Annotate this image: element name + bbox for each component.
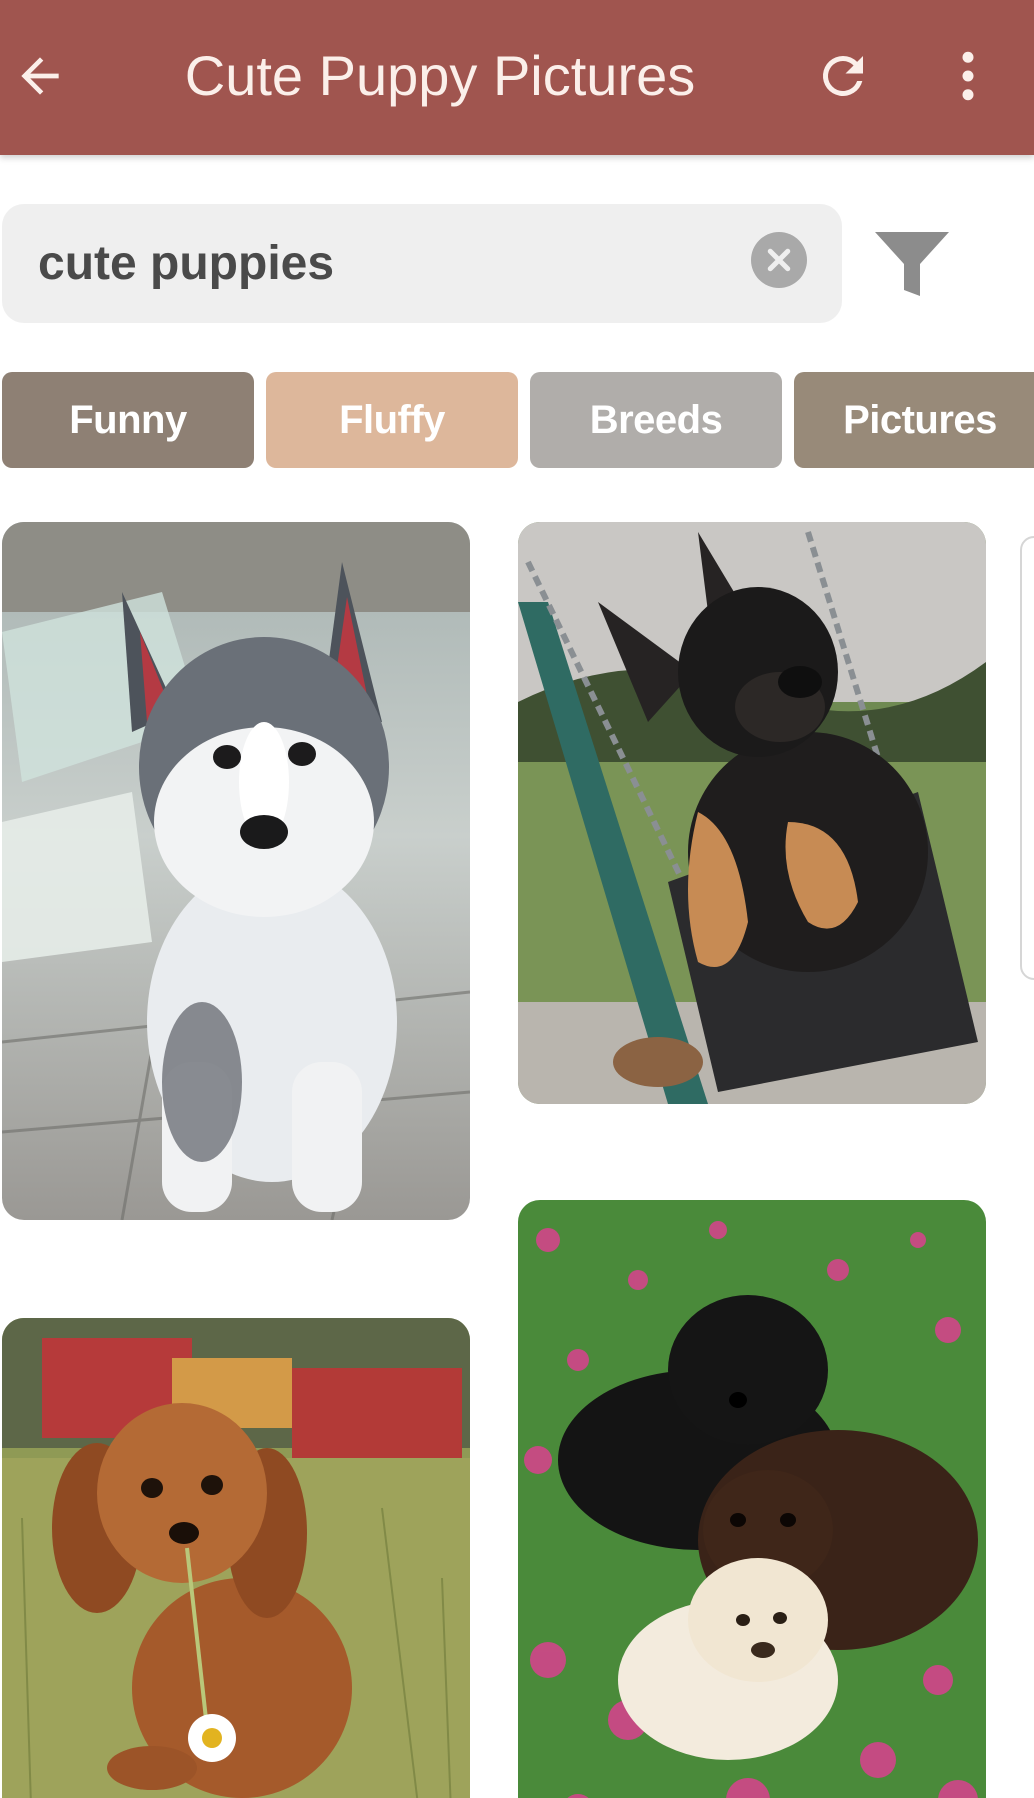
filter-button[interactable] <box>872 225 952 305</box>
cavalier-puppy-image <box>2 1318 470 1798</box>
search-input[interactable] <box>38 204 738 323</box>
page-title: Cute Puppy Pictures <box>184 44 696 107</box>
clear-search-button[interactable] <box>751 232 807 288</box>
back-button[interactable] <box>0 36 80 116</box>
app-screen: Cute Puppy Pictures Funny Fluffy Breeds <box>0 0 1034 1798</box>
photo-husky-puppy[interactable] <box>2 522 470 1220</box>
shepherd-puppy-image <box>518 522 986 1104</box>
more-vert-icon <box>962 51 974 101</box>
clear-icon <box>767 248 791 272</box>
refresh-icon <box>822 55 863 96</box>
filter-icon <box>875 232 949 296</box>
three-puppies-image <box>518 1200 986 1798</box>
next-card-edge <box>1020 536 1034 980</box>
chip-pictures[interactable]: Pictures <box>794 372 1034 468</box>
app-bar: Cute Puppy Pictures <box>0 0 1034 155</box>
chip-funny[interactable]: Funny <box>2 372 254 468</box>
more-options-button[interactable] <box>928 36 1008 116</box>
chip-breeds[interactable]: Breeds <box>530 372 782 468</box>
chip-fluffy[interactable]: Fluffy <box>266 372 518 468</box>
photo-cavalier-puppy[interactable] <box>2 1318 470 1798</box>
photo-three-puppies[interactable] <box>518 1200 986 1798</box>
search-box <box>2 204 842 323</box>
husky-puppy-image <box>2 522 470 1220</box>
refresh-button[interactable] <box>803 36 883 116</box>
back-arrow-icon <box>21 57 59 95</box>
photo-shepherd-puppy[interactable] <box>518 522 986 1104</box>
